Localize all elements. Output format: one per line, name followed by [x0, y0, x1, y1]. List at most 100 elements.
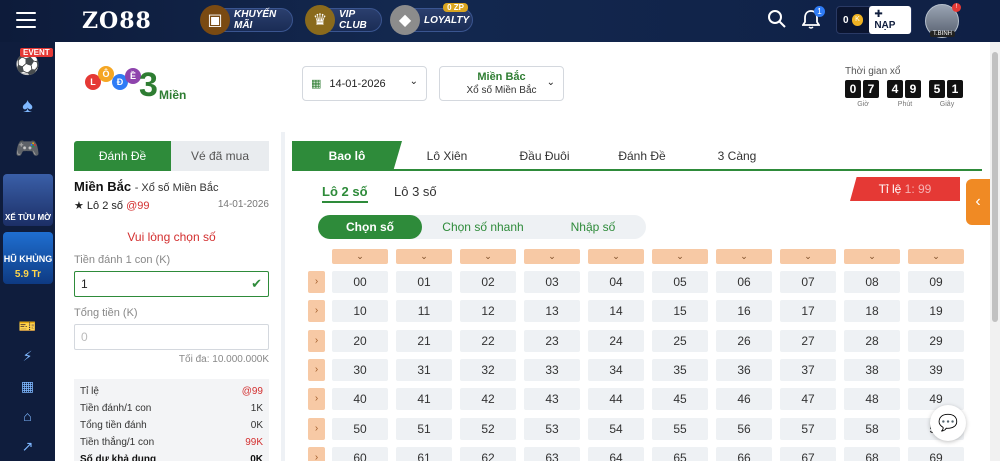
number-cell[interactable]: 24	[588, 330, 644, 352]
number-cell[interactable]: 18	[844, 300, 900, 322]
number-cell[interactable]: 56	[716, 418, 772, 440]
search-button[interactable]	[767, 9, 787, 34]
number-cell[interactable]: 41	[396, 388, 452, 410]
column-select-button[interactable]: ⌄	[588, 249, 644, 264]
number-cell[interactable]: 38	[844, 359, 900, 381]
sidebar-item-trend[interactable]: ↗	[0, 432, 55, 460]
notification-button[interactable]: 1	[801, 6, 825, 34]
number-cell[interactable]: 16	[716, 300, 772, 322]
total-input[interactable]: 0	[74, 324, 269, 350]
row-select-button[interactable]: ›	[308, 330, 325, 352]
mode-chon-so[interactable]: Chọn số	[318, 215, 422, 239]
number-cell[interactable]: 39	[908, 359, 964, 381]
promo-button-khuyen-mai[interactable]: ▣ KHUYẾN MÃI	[200, 5, 293, 35]
sidebar-promo-car[interactable]: XẾ TỬU MỜ	[3, 174, 53, 226]
number-cell[interactable]: 40	[332, 388, 388, 410]
column-select-button[interactable]: ⌄	[908, 249, 964, 264]
sidebar-promo-jackpot[interactable]: HŨ KHỦNG 5.9 Tr	[3, 232, 53, 284]
number-cell[interactable]: 51	[396, 418, 452, 440]
sidebar-item-quick[interactable]: ⚡	[0, 342, 55, 370]
number-cell[interactable]: 05	[652, 271, 708, 293]
number-cell[interactable]: 03	[524, 271, 580, 293]
amount-input[interactable]: 1 ✔	[74, 271, 269, 297]
number-cell[interactable]: 54	[588, 418, 644, 440]
number-cell[interactable]: 11	[396, 300, 452, 322]
menu-icon[interactable]	[16, 12, 36, 28]
number-cell[interactable]: 19	[908, 300, 964, 322]
number-cell[interactable]: 37	[780, 359, 836, 381]
region-select[interactable]: Miền Bắc Xổ số Miền Bắc ⌄	[439, 66, 564, 101]
number-cell[interactable]: 50	[332, 418, 388, 440]
number-cell[interactable]: 47	[780, 388, 836, 410]
deposit-button[interactable]: ✚ NẠP	[869, 6, 911, 34]
number-cell[interactable]: 44	[588, 388, 644, 410]
row-select-button[interactable]: ›	[308, 418, 325, 440]
number-cell[interactable]: 17	[780, 300, 836, 322]
number-cell[interactable]: 35	[652, 359, 708, 381]
tab-3-cang[interactable]: 3 Càng	[697, 141, 777, 171]
number-cell[interactable]: 08	[844, 271, 900, 293]
number-cell[interactable]: 04	[588, 271, 644, 293]
number-cell[interactable]: 13	[524, 300, 580, 322]
number-cell[interactable]: 34	[588, 359, 644, 381]
number-cell[interactable]: 12	[460, 300, 516, 322]
number-cell[interactable]: 21	[396, 330, 452, 352]
number-cell[interactable]: 20	[332, 330, 388, 352]
number-cell[interactable]: 66	[716, 447, 772, 461]
column-select-button[interactable]: ⌄	[844, 249, 900, 264]
number-cell[interactable]: 07	[780, 271, 836, 293]
number-cell[interactable]: 67	[780, 447, 836, 461]
collapse-panel-button[interactable]: ‹	[966, 179, 990, 225]
number-cell[interactable]: 42	[460, 388, 516, 410]
column-select-button[interactable]: ⌄	[460, 249, 516, 264]
number-cell[interactable]: 26	[716, 330, 772, 352]
chat-support-button[interactable]: 💬	[930, 405, 966, 441]
row-select-button[interactable]: ›	[308, 388, 325, 410]
row-select-button[interactable]: ›	[308, 359, 325, 381]
number-cell[interactable]: 48	[844, 388, 900, 410]
number-cell[interactable]: 58	[844, 418, 900, 440]
number-cell[interactable]: 00	[332, 271, 388, 293]
number-cell[interactable]: 53	[524, 418, 580, 440]
number-cell[interactable]: 62	[460, 447, 516, 461]
number-cell[interactable]: 57	[780, 418, 836, 440]
number-cell[interactable]: 45	[652, 388, 708, 410]
sidebar-item-esports[interactable]: 🎮	[0, 130, 55, 166]
mode-chon-so-nhanh[interactable]: Chọn số nhanh	[428, 215, 538, 239]
number-cell[interactable]: 65	[652, 447, 708, 461]
row-select-button[interactable]: ›	[308, 300, 325, 322]
mode-nhap-so[interactable]: Nhập số	[543, 215, 643, 239]
number-cell[interactable]: 60	[332, 447, 388, 461]
number-cell[interactable]: 01	[396, 271, 452, 293]
number-cell[interactable]: 43	[524, 388, 580, 410]
number-cell[interactable]: 14	[588, 300, 644, 322]
number-cell[interactable]: 22	[460, 330, 516, 352]
sidebar-item-home[interactable]: ⌂	[0, 402, 55, 430]
number-cell[interactable]: 27	[780, 330, 836, 352]
column-select-button[interactable]: ⌄	[524, 249, 580, 264]
number-cell[interactable]: 31	[396, 359, 452, 381]
number-cell[interactable]: 69	[908, 447, 964, 461]
row-select-button[interactable]: ›	[308, 271, 325, 293]
user-avatar[interactable]: T.BINH !	[925, 3, 961, 38]
number-cell[interactable]: 09	[908, 271, 964, 293]
number-cell[interactable]: 25	[652, 330, 708, 352]
column-select-button[interactable]: ⌄	[332, 249, 388, 264]
tab-danh-de[interactable]: Đánh Đề	[74, 141, 171, 171]
number-cell[interactable]: 29	[908, 330, 964, 352]
tab-danh-de-main[interactable]: Đánh Đề	[602, 141, 682, 171]
promo-button-loyalty[interactable]: ◆ LOYALTY 0 ZP	[390, 3, 473, 35]
number-cell[interactable]: 02	[460, 271, 516, 293]
brand-logo[interactable]: ZO88	[82, 8, 152, 34]
number-cell[interactable]: 06	[716, 271, 772, 293]
number-cell[interactable]: 32	[460, 359, 516, 381]
number-cell[interactable]: 30	[332, 359, 388, 381]
promo-button-vip-club[interactable]: ♛ VIP CLUB	[305, 5, 382, 35]
sidebar-item-cards[interactable]: ♠	[0, 88, 55, 124]
number-cell[interactable]: 63	[524, 447, 580, 461]
column-select-button[interactable]: ⌄	[780, 249, 836, 264]
tab-ve-da-mua[interactable]: Vé đã mua	[171, 141, 269, 171]
number-cell[interactable]: 55	[652, 418, 708, 440]
number-cell[interactable]: 61	[396, 447, 452, 461]
row-select-button[interactable]: ›	[308, 447, 325, 461]
